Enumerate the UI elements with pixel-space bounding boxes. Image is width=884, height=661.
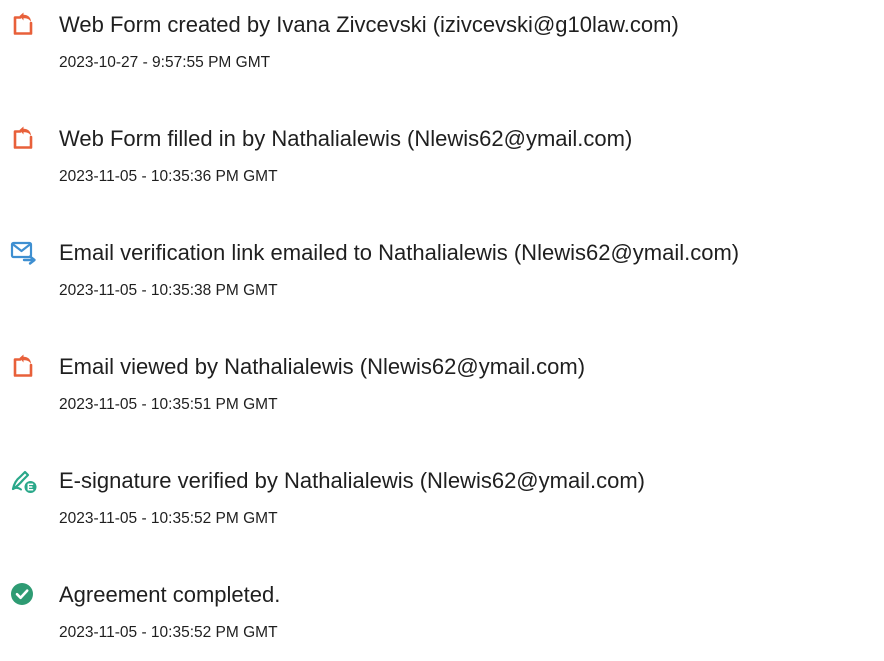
history-event: Web Form filled in by Nathalialewis (Nle… <box>0 125 884 205</box>
history-event: E-signature verified by Nathalialewis (N… <box>0 467 884 547</box>
document-icon <box>10 125 38 153</box>
event-timestamp: 2023-11-05 - 10:35:51 PM GMT <box>59 396 278 413</box>
event-title: Email viewed by Nathalialewis (Nlewis62@… <box>59 354 586 379</box>
check-circle-icon <box>10 581 38 609</box>
event-timestamp: 2023-11-05 - 10:35:52 PM GMT <box>59 624 278 641</box>
event-title: E-signature verified by Nathalialewis (N… <box>59 468 645 493</box>
event-timestamp: 2023-11-05 - 10:35:52 PM GMT <box>59 510 278 527</box>
history-event: Email verification link emailed to Natha… <box>0 239 884 319</box>
signature-verified-icon <box>10 467 38 495</box>
history-event: Agreement completed. 2023-11-05 - 10:35:… <box>0 581 884 661</box>
history-event: Email viewed by Nathalialewis (Nlewis62@… <box>0 353 884 433</box>
email-send-icon <box>10 239 38 267</box>
document-icon <box>10 353 38 381</box>
event-timestamp: 2023-11-05 - 10:35:38 PM GMT <box>59 282 278 299</box>
event-title: Web Form filled in by Nathalialewis (Nle… <box>59 126 633 151</box>
event-title: Web Form created by Ivana Zivcevski (izi… <box>59 12 679 37</box>
event-timestamp: 2023-10-27 - 9:57:55 PM GMT <box>59 54 271 71</box>
history-event: Web Form created by Ivana Zivcevski (izi… <box>0 11 884 91</box>
event-title: Email verification link emailed to Natha… <box>59 240 740 265</box>
event-title: Agreement completed. <box>59 582 281 607</box>
document-icon <box>10 11 38 39</box>
event-timestamp: 2023-11-05 - 10:35:36 PM GMT <box>59 168 278 185</box>
